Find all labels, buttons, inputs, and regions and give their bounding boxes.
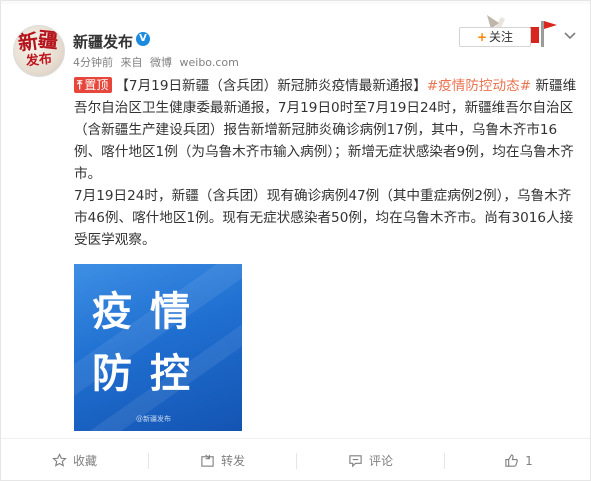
like-count: 1 [525,454,533,468]
repost-button[interactable]: 转发 [149,439,296,480]
action-bar: 收藏 转发 评论 1 [1,438,590,480]
image-title-row-1: 疫情 [92,289,208,335]
repost-icon [201,454,214,467]
favorite-label: 收藏 [72,454,97,468]
star-icon [52,453,67,467]
plus-icon: + [476,30,488,44]
comment-button[interactable]: 评论 [297,439,444,480]
post-paragraph-2: 7月19日24时，新疆（含兵团）现有确诊病例47例（其中重症病例2例），乌鲁木齐… [74,188,574,248]
post-content: ⤒ 置顶 【7月19日新疆（含兵团）新冠肺炎疫情最新通报】#疫情防控动态# 新疆维吾… [74,75,579,251]
avatar-glyph: 发布 [25,51,53,70]
comment-label: 评论 [368,454,393,468]
pin-icon: ⤒ [77,78,83,92]
image-watermark: @新疆发布 [136,415,171,423]
headline: 【7月19日新疆（含兵团）新冠肺炎疫情最新通报】 [115,78,427,94]
username[interactable]: 新疆发布 [73,31,133,52]
site-name: weibo.com [179,56,239,69]
favorite-button[interactable]: 收藏 [1,439,148,480]
weibo-post-card: 新 疆 发布 新疆发布 V 4分钟前 来自 微博 weibo.com + 关注 ⤒… [0,0,591,481]
source-link[interactable]: 微博 [150,56,172,69]
top-divider [1,1,590,4]
like-button[interactable]: 1 [445,439,590,480]
topic-link[interactable]: #疫情防控动态# [427,78,531,94]
avatar-glyph: 疆 [36,27,60,53]
pin-label: 置顶 [84,78,109,92]
post-paragraph-1: ⤒ 置顶 【7月19日新疆（含兵团）新冠肺炎疫情最新通报】#疫情防控动态# 新疆维吾… [74,75,579,185]
comment-icon [349,455,362,468]
image-title-row-2: 防控 [92,351,208,397]
avatar[interactable]: 新 疆 发布 [13,25,65,77]
post-image[interactable]: 疫情 防控 @新疆发布 [74,264,242,431]
thumbs-up-icon [505,454,519,467]
post-meta: 4分钟前 来自 微博 weibo.com [73,54,243,70]
verified-badge-icon: V [136,32,150,46]
follow-label: 关注 [489,30,514,44]
source-prefix: 来自 [120,56,143,69]
chevron-down-icon[interactable] [562,27,578,43]
pinned-badge: ⤒ 置顶 [74,77,113,93]
repost-label: 转发 [220,454,245,468]
follow-button[interactable]: + 关注 [459,27,531,47]
post-time[interactable]: 4分钟前 [73,56,113,69]
